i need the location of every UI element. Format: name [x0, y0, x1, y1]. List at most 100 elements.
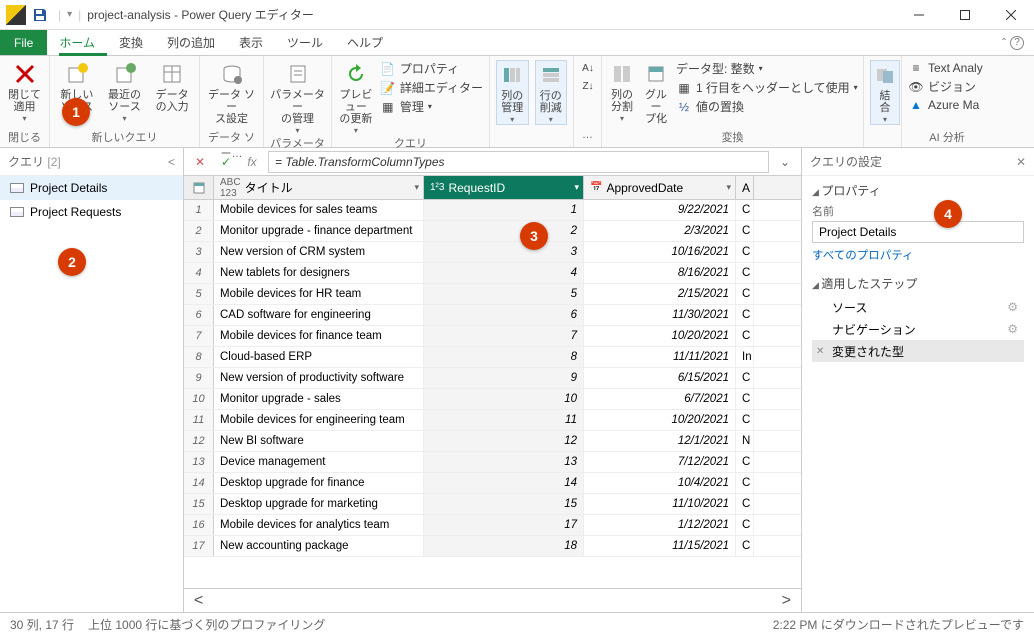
table-row[interactable]: 6CAD software for engineering611/30/2021…: [184, 305, 801, 326]
table-row[interactable]: 17New accounting package1811/15/2021C: [184, 536, 801, 557]
cell-overflow[interactable]: C: [736, 389, 754, 409]
cell-approveddate[interactable]: 11/10/2021: [584, 494, 736, 514]
cell-requestid[interactable]: 2: [424, 221, 584, 241]
table-row[interactable]: 15Desktop upgrade for marketing1511/10/2…: [184, 494, 801, 515]
cell-requestid[interactable]: 14: [424, 473, 584, 493]
cell-overflow[interactable]: C: [736, 515, 754, 535]
table-row[interactable]: 3New version of CRM system310/16/2021C: [184, 242, 801, 263]
cell-approveddate[interactable]: 8/16/2021: [584, 263, 736, 283]
replace-values-button[interactable]: ½値の置換: [676, 98, 858, 115]
gear-icon[interactable]: ⚙: [1007, 300, 1018, 314]
cell-requestid[interactable]: 17: [424, 515, 584, 535]
filter-icon[interactable]: ▾: [414, 182, 419, 193]
collapse-ribbon-icon[interactable]: ˆ: [1002, 36, 1006, 50]
step-changed-type[interactable]: 変更された型: [812, 340, 1024, 362]
table-row[interactable]: 1Mobile devices for sales teams19/22/202…: [184, 200, 801, 221]
table-row[interactable]: 7Mobile devices for finance team710/20/2…: [184, 326, 801, 347]
tab-home[interactable]: ホーム: [47, 30, 107, 55]
filter-icon[interactable]: ▾: [574, 182, 579, 193]
cell-requestid[interactable]: 4: [424, 263, 584, 283]
tab-addcolumn[interactable]: 列の追加: [155, 30, 227, 55]
cell-requestid[interactable]: 12: [424, 431, 584, 451]
cell-requestid[interactable]: 6: [424, 305, 584, 325]
combine-button[interactable]: 結 合▾: [870, 60, 900, 125]
fx-icon[interactable]: fx: [242, 152, 262, 172]
cell-overflow[interactable]: C: [736, 494, 754, 514]
close-button[interactable]: [988, 0, 1034, 30]
cancel-formula-icon[interactable]: ✕: [190, 152, 210, 172]
tab-view[interactable]: 表示: [227, 30, 275, 55]
text-analytics-button[interactable]: ≡Text Analy: [908, 60, 983, 76]
cell-approveddate[interactable]: 10/16/2021: [584, 242, 736, 262]
tab-file[interactable]: File: [0, 30, 47, 55]
save-icon[interactable]: [32, 7, 48, 23]
filter-icon[interactable]: ▾: [726, 182, 731, 193]
cell-approveddate[interactable]: 11/11/2021: [584, 347, 736, 367]
cell-requestid[interactable]: 13: [424, 452, 584, 472]
formula-input[interactable]: [268, 151, 769, 173]
table-row[interactable]: 16Mobile devices for analytics team171/1…: [184, 515, 801, 536]
cell-title[interactable]: New version of productivity software: [214, 368, 424, 388]
cell-title[interactable]: Desktop upgrade for marketing: [214, 494, 424, 514]
collapse-pane-icon[interactable]: <: [168, 155, 175, 169]
cell-approveddate[interactable]: 10/20/2021: [584, 410, 736, 430]
cell-requestid[interactable]: 18: [424, 536, 584, 556]
cell-requestid[interactable]: 9: [424, 368, 584, 388]
commit-formula-icon[interactable]: ✓: [216, 152, 236, 172]
table-row[interactable]: 12New BI software1212/1/2021N: [184, 431, 801, 452]
tab-tools[interactable]: ツール: [275, 30, 335, 55]
step-source[interactable]: ソース⚙: [812, 296, 1024, 318]
all-properties-link[interactable]: すべてのプロパティ: [812, 247, 1024, 263]
column-header-approveddate[interactable]: 📅ApprovedDate▾: [584, 176, 736, 199]
help-icon[interactable]: ?: [1010, 36, 1024, 50]
table-row[interactable]: 10Monitor upgrade - sales106/7/2021C: [184, 389, 801, 410]
scroll-right-icon[interactable]: >: [782, 592, 791, 610]
cell-title[interactable]: CAD software for engineering: [214, 305, 424, 325]
table-row[interactable]: 5Mobile devices for HR team52/15/2021C: [184, 284, 801, 305]
tab-transform[interactable]: 変換: [107, 30, 155, 55]
cell-approveddate[interactable]: 2/15/2021: [584, 284, 736, 304]
cell-overflow[interactable]: C: [736, 536, 754, 556]
advanced-editor-button[interactable]: 📝詳細エディター: [380, 79, 483, 96]
column-header-overflow[interactable]: A: [736, 176, 754, 199]
expand-formula-icon[interactable]: ⌄: [775, 155, 795, 169]
cell-approveddate[interactable]: 11/30/2021: [584, 305, 736, 325]
cell-approveddate[interactable]: 6/15/2021: [584, 368, 736, 388]
azure-ml-button[interactable]: ▲Azure Ma: [908, 97, 983, 113]
cell-overflow[interactable]: C: [736, 368, 754, 388]
data-type-button[interactable]: データ型: 整数▾: [676, 60, 858, 77]
maximize-button[interactable]: [942, 0, 988, 30]
table-row[interactable]: 11Mobile devices for engineering team111…: [184, 410, 801, 431]
close-apply-button[interactable]: 閉じて 適用▾: [6, 60, 43, 123]
tab-help[interactable]: ヘルプ: [335, 30, 395, 55]
cell-title[interactable]: New tablets for designers: [214, 263, 424, 283]
cell-title[interactable]: Monitor upgrade - sales: [214, 389, 424, 409]
query-name-input[interactable]: [812, 221, 1024, 243]
cell-approveddate[interactable]: 7/12/2021: [584, 452, 736, 472]
cell-overflow[interactable]: C: [736, 284, 754, 304]
cell-title[interactable]: Mobile devices for finance team: [214, 326, 424, 346]
cell-title[interactable]: Mobile devices for analytics team: [214, 515, 424, 535]
step-navigation[interactable]: ナビゲーション⚙: [812, 318, 1024, 340]
cell-overflow[interactable]: C: [736, 221, 754, 241]
cell-title[interactable]: New accounting package: [214, 536, 424, 556]
cell-title[interactable]: Cloud-based ERP: [214, 347, 424, 367]
cell-requestid[interactable]: 15: [424, 494, 584, 514]
table-corner-button[interactable]: [184, 176, 214, 199]
cell-overflow[interactable]: C: [736, 473, 754, 493]
cell-overflow[interactable]: C: [736, 305, 754, 325]
cell-title[interactable]: Mobile devices for HR team: [214, 284, 424, 304]
horizontal-scrollbar[interactable]: < >: [184, 588, 801, 612]
cell-title[interactable]: Device management: [214, 452, 424, 472]
cell-overflow[interactable]: C: [736, 200, 754, 220]
data-source-settings-button[interactable]: データ ソー ス設定: [206, 60, 257, 125]
vision-button[interactable]: 👁ビジョン: [908, 78, 983, 95]
column-header-requestid[interactable]: 1²3RequestID▾: [424, 176, 584, 199]
gear-icon[interactable]: ⚙: [1007, 322, 1018, 336]
cell-title[interactable]: Monitor upgrade - finance department: [214, 221, 424, 241]
reduce-rows-button[interactable]: 行の 削減▾: [535, 60, 568, 125]
sort-asc-button[interactable]: A↓: [580, 60, 596, 76]
table-row[interactable]: 13Device management137/12/2021C: [184, 452, 801, 473]
split-column-button[interactable]: 列の 分割▾: [608, 60, 636, 123]
use-first-row-header-button[interactable]: ▦1 行目をヘッダーとして使用▾: [676, 79, 858, 96]
